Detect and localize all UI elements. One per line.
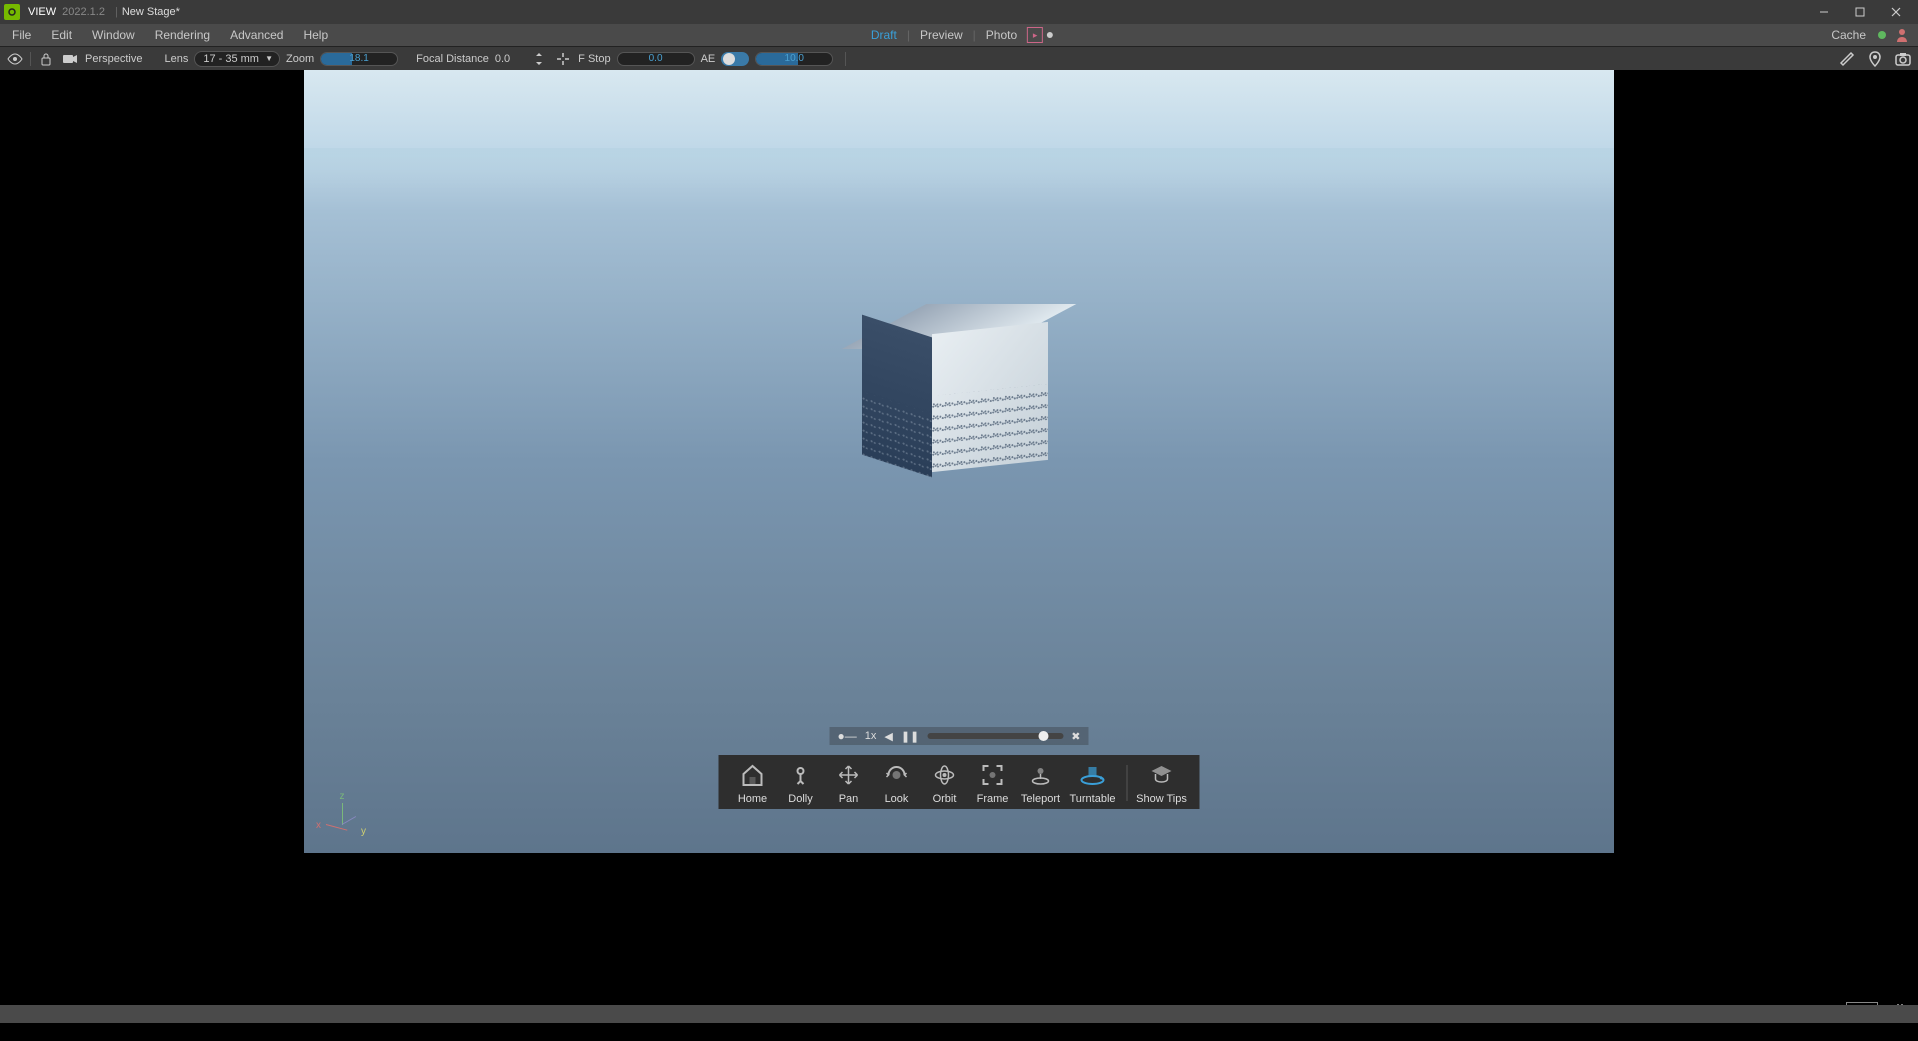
close-button[interactable] — [1878, 0, 1914, 24]
ae-label: AE — [701, 53, 716, 65]
stage-name: New Stage* — [122, 6, 180, 18]
menu-advanced[interactable]: Advanced — [220, 24, 293, 46]
zoom-value: 18.1 — [349, 53, 368, 64]
fstop-value: 0.0 — [649, 53, 663, 64]
app-name: VIEW — [28, 6, 56, 18]
ae-toggle[interactable] — [721, 52, 749, 66]
turntable-icon — [1079, 761, 1107, 789]
mode-badge-icon[interactable]: ▸ — [1027, 27, 1043, 43]
lens-select[interactable]: 17 - 35 mm — [194, 51, 280, 67]
menu-window[interactable]: Window — [82, 24, 145, 46]
zoom-label: Zoom — [286, 53, 314, 65]
nav-home[interactable]: Home — [729, 761, 777, 805]
menu-rendering[interactable]: Rendering — [145, 24, 220, 46]
nav-pan[interactable]: Pan — [825, 761, 873, 805]
timeline-slider[interactable] — [927, 733, 1063, 739]
mode-photo[interactable]: Photo — [980, 28, 1023, 42]
home-icon — [739, 761, 767, 789]
visibility-icon[interactable] — [6, 50, 24, 68]
user-icon[interactable] — [1894, 27, 1910, 43]
nav-teleport[interactable]: Teleport — [1017, 761, 1065, 805]
title-bar: VIEW 2022.1.2 | New Stage* — [0, 0, 1918, 24]
title-separator: | — [115, 6, 118, 18]
pause-icon[interactable]: ❚❚ — [901, 730, 919, 743]
camera-toolbar: Perspective Lens 17 - 35 mm Zoom 18.1 Fo… — [0, 46, 1918, 70]
menu-help[interactable]: Help — [293, 24, 338, 46]
timeline-close-icon[interactable]: ✖ — [1071, 730, 1080, 743]
capture-icon[interactable] — [1894, 50, 1912, 68]
nav-show-tips[interactable]: Show Tips — [1134, 761, 1190, 805]
exposure-slider[interactable]: 10.0 — [755, 52, 833, 66]
status-bar — [0, 1005, 1918, 1023]
bottom-panel: 720p — [0, 853, 1918, 1023]
mode-preview[interactable]: Preview — [914, 28, 969, 42]
pan-icon — [835, 761, 863, 789]
nav-dolly[interactable]: Dolly — [777, 761, 825, 805]
nav-look[interactable]: Look — [873, 761, 921, 805]
lock-icon[interactable] — [37, 50, 55, 68]
camera-icon[interactable] — [61, 50, 79, 68]
viewport[interactable]: z x y ●— 1x ◀ ❚❚ ✖ Home — [304, 70, 1614, 853]
nav-turntable[interactable]: Turntable — [1065, 761, 1121, 805]
mode-draft[interactable]: Draft — [865, 28, 903, 42]
dolly-icon — [787, 761, 815, 789]
playback-overlay: ●— 1x ◀ ❚❚ ✖ — [830, 727, 1089, 745]
lens-label: Lens — [164, 53, 188, 65]
menu-file[interactable]: File — [2, 24, 41, 46]
zoom-slider[interactable]: 18.1 — [320, 52, 398, 66]
axis-z-label: z — [340, 791, 345, 802]
waypoint-icon[interactable] — [1866, 50, 1884, 68]
focal-arrows-icon[interactable] — [530, 50, 548, 68]
speed-dot-icon[interactable]: ●— — [838, 729, 857, 743]
cache-label[interactable]: Cache — [1831, 28, 1866, 42]
measure-icon[interactable] — [1838, 50, 1856, 68]
scene-cube — [864, 304, 1054, 494]
menu-edit[interactable]: Edit — [41, 24, 82, 46]
app-logo — [4, 4, 20, 20]
axis-y-label: y — [361, 826, 366, 837]
orbit-icon — [931, 761, 959, 789]
look-icon — [883, 761, 911, 789]
minimize-button[interactable] — [1806, 0, 1842, 24]
axis-x-label: x — [316, 820, 321, 831]
focal-distance-value[interactable]: 0.0 — [495, 53, 510, 65]
frame-icon — [979, 761, 1007, 789]
viewport-container: z x y ●— 1x ◀ ❚❚ ✖ Home — [0, 70, 1918, 853]
show-tips-icon — [1148, 761, 1176, 789]
play-reverse-icon[interactable]: ◀ — [884, 730, 892, 743]
menu-bar: File Edit Window Rendering Advanced Help… — [0, 24, 1918, 46]
nav-orbit[interactable]: Orbit — [921, 761, 969, 805]
nav-frame[interactable]: Frame — [969, 761, 1017, 805]
teleport-icon — [1027, 761, 1055, 789]
focal-distance-label: Focal Distance — [416, 53, 489, 65]
axis-gizmo[interactable]: z x y — [322, 795, 362, 835]
playback-speed[interactable]: 1x — [865, 730, 877, 742]
render-mode-switch: Draft | Preview | Photo ▸ — [865, 27, 1053, 43]
camera-name[interactable]: Perspective — [85, 53, 142, 65]
exposure-value: 10.0 — [785, 53, 804, 64]
navigation-toolbar: Home Dolly Pan Look — [719, 755, 1200, 809]
focal-target-icon[interactable] — [554, 50, 572, 68]
mode-indicator-dot — [1047, 32, 1053, 38]
maximize-button[interactable] — [1842, 0, 1878, 24]
fstop-label: F Stop — [578, 53, 610, 65]
cache-status-icon — [1878, 31, 1886, 39]
fstop-slider[interactable]: 0.0 — [617, 52, 695, 66]
app-version: 2022.1.2 — [62, 6, 105, 18]
